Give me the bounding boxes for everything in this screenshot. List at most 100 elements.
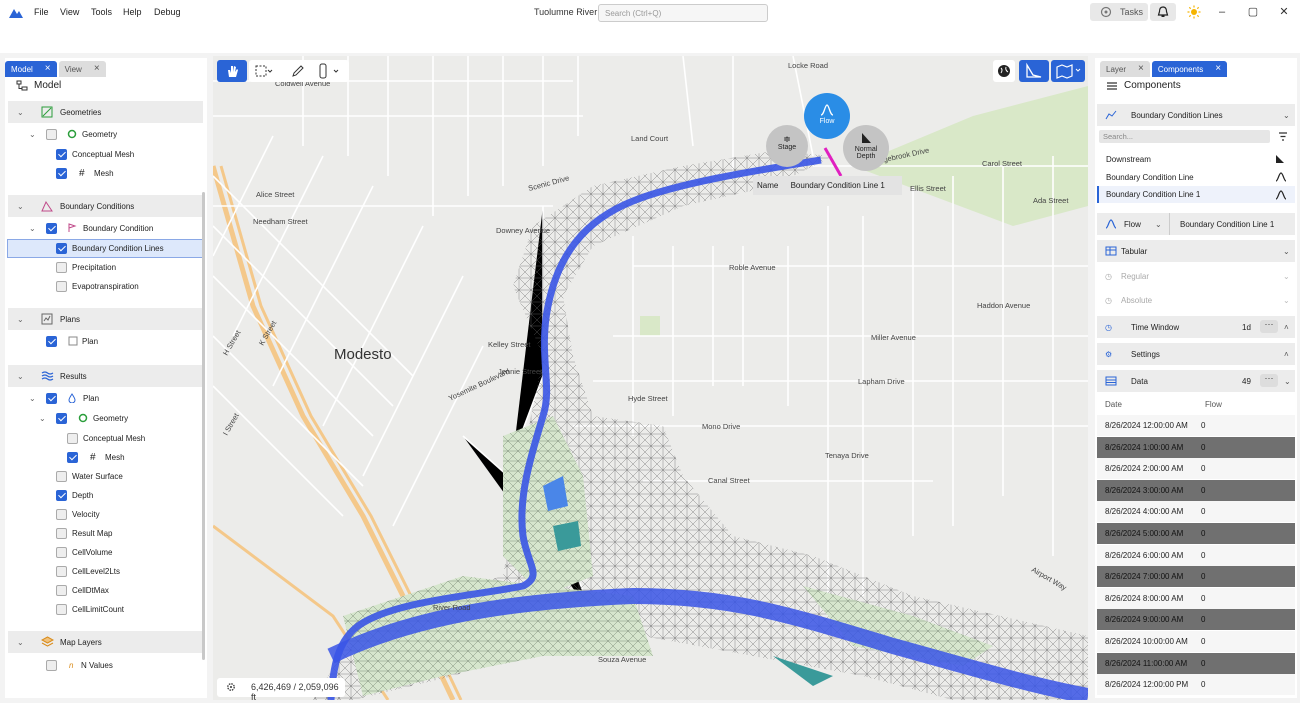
map-view[interactable]: Locke Road Coldwell Avenue Scenic Drive … (213, 56, 1088, 700)
close-icon[interactable]: × (1138, 64, 1144, 74)
tree-cell-limit[interactable]: CellLimitCount (8, 600, 203, 618)
tree-result-plan[interactable]: ⌄ Plan (8, 389, 203, 407)
group-map-layers[interactable]: ⌄ Map Layers (8, 631, 203, 653)
table-row[interactable]: 8/26/2024 8:00:00 AM 0 (1097, 587, 1295, 609)
globe-button[interactable] (993, 60, 1015, 82)
tree-evapotranspiration[interactable]: Evapotranspiration (8, 277, 203, 295)
cell-date[interactable]: 8/26/2024 1:00:00 AM (1105, 443, 1183, 452)
checkbox[interactable] (56, 280, 67, 292)
checkbox[interactable] (67, 451, 78, 463)
cell-flow[interactable]: 0 (1201, 486, 1205, 495)
chevron-down-icon[interactable]: ⌄ (29, 224, 36, 233)
table-row[interactable]: 8/26/2024 3:00:00 AM 0 (1097, 479, 1295, 501)
cell-flow[interactable]: 0 (1201, 594, 1205, 603)
cell-date[interactable]: 8/26/2024 4:00:00 AM (1105, 507, 1183, 516)
list-item-bc-line-1[interactable]: Boundary Condition Line 1 (1097, 186, 1295, 203)
tree-conceptual-mesh[interactable]: Conceptual Mesh (8, 145, 203, 163)
menu-tools[interactable]: Tools (91, 7, 112, 17)
cell-flow[interactable]: 0 (1201, 507, 1205, 516)
checkbox[interactable] (56, 565, 67, 577)
cell-flow[interactable]: 0 (1201, 680, 1205, 689)
flow-type-row[interactable]: Flow ⌄ Boundary Condition Line 1 (1097, 213, 1295, 235)
checkbox[interactable] (56, 243, 67, 254)
chevron-down-icon[interactable]: ⌄ (17, 638, 24, 647)
checkbox[interactable] (67, 432, 78, 444)
minimize-icon[interactable]: – (1215, 5, 1229, 19)
normal-depth-bc-button[interactable]: Normal Depth (843, 125, 889, 171)
pan-tool-button[interactable] (217, 60, 247, 82)
group-plans[interactable]: ⌄ Plans (8, 308, 203, 330)
cell-flow[interactable]: 0 (1201, 572, 1205, 581)
chevron-down-icon[interactable]: ⌄ (17, 108, 24, 117)
tree-boundary-condition[interactable]: ⌄ Boundary Condition (8, 219, 203, 237)
left-scrollbar[interactable] (202, 192, 205, 660)
checkbox[interactable] (46, 659, 57, 671)
tree-cell-dt[interactable]: CellDtMax (8, 581, 203, 599)
time-window-row[interactable]: ◷ Time Window 1d ··· ˄ (1097, 316, 1295, 338)
tabular-row[interactable]: Tabular ⌄ (1097, 240, 1295, 262)
cell-date[interactable]: 8/26/2024 10:00:00 AM (1105, 637, 1188, 646)
close-icon[interactable]: × (94, 64, 100, 74)
table-row[interactable]: 8/26/2024 11:00:00 AM 0 (1097, 652, 1295, 674)
tree-result-geometry[interactable]: ⌄ Geometry (8, 409, 203, 427)
checkbox[interactable] (56, 470, 67, 482)
tree-bc-lines[interactable]: Boundary Condition Lines (7, 239, 203, 258)
map-layers-button[interactable] (1051, 60, 1085, 82)
tab-layer[interactable]: Layer × (1100, 61, 1150, 77)
list-item-bc-line[interactable]: Boundary Condition Line (1097, 169, 1295, 185)
search-input[interactable]: Search (Ctrl+Q) (598, 4, 768, 22)
group-boundary-conditions[interactable]: ⌄ Boundary Conditions (8, 195, 203, 217)
filter-icon[interactable] (1278, 132, 1288, 141)
chevron-up-icon[interactable]: ˄ (1284, 323, 1289, 332)
checkbox[interactable] (56, 261, 67, 273)
tree-plan[interactable]: Plan (8, 332, 203, 350)
table-row[interactable]: 8/26/2024 4:00:00 AM 0 (1097, 501, 1295, 523)
chevron-down-icon[interactable]: ⌄ (17, 315, 24, 324)
gear-icon[interactable] (226, 682, 236, 692)
tree-cell-level[interactable]: CellLevel2Lts (8, 562, 203, 580)
profile-tool-button[interactable] (1019, 60, 1049, 82)
checkbox[interactable] (46, 335, 57, 347)
cell-flow[interactable]: 0 (1201, 464, 1205, 473)
cell-date[interactable]: 8/26/2024 8:00:00 AM (1105, 594, 1183, 603)
table-row[interactable]: 8/26/2024 10:00:00 AM 0 (1097, 631, 1295, 652)
section-bc-lines[interactable]: Boundary Condition Lines ⌄ (1097, 104, 1295, 126)
table-row[interactable]: 8/26/2024 9:00:00 AM 0 (1097, 609, 1295, 631)
tree-n-values[interactable]: n N Values (8, 656, 203, 674)
tab-view[interactable]: View × (58, 61, 106, 77)
select-rect-icon[interactable] (255, 65, 273, 77)
table-row[interactable]: 8/26/2024 2:00:00 AM 0 (1097, 458, 1295, 480)
table-row[interactable]: 8/26/2024 12:00:00 AM 0 (1097, 415, 1295, 436)
checkbox[interactable] (56, 527, 67, 539)
cell-flow[interactable]: 0 (1201, 529, 1205, 538)
chevron-down-icon[interactable]: ⌄ (29, 394, 36, 403)
maximize-icon[interactable]: ▢ (1246, 5, 1260, 19)
flow-type-select[interactable]: Flow (1124, 220, 1141, 229)
sun-icon[interactable] (1187, 5, 1201, 19)
settings-row[interactable]: ⚙ Settings ˄ (1097, 343, 1295, 365)
more-options-button[interactable]: ··· (1260, 374, 1278, 387)
tree-precipitation[interactable]: Precipitation (8, 258, 203, 276)
checkbox[interactable] (56, 508, 67, 520)
cell-date[interactable]: 8/26/2024 9:00:00 AM (1105, 615, 1183, 624)
checkbox[interactable] (56, 148, 67, 160)
chevron-down-icon[interactable]: ⌄ (29, 130, 36, 139)
checkbox[interactable] (56, 603, 67, 615)
more-options-button[interactable]: ··· (1260, 320, 1278, 333)
chevron-down-icon[interactable]: ⌄ (17, 202, 24, 211)
tree-water-surface[interactable]: Water Surface (8, 467, 203, 485)
cell-date[interactable]: 8/26/2024 12:00:00 AM (1105, 421, 1188, 430)
cell-flow[interactable]: 0 (1201, 637, 1205, 646)
table-row[interactable]: 8/26/2024 7:00:00 AM 0 (1097, 566, 1295, 588)
group-geometries[interactable]: ⌄ Geometries (8, 101, 203, 123)
chevron-down-icon[interactable]: ⌄ (17, 372, 24, 381)
cell-flow[interactable]: 0 (1201, 615, 1205, 624)
checkbox[interactable] (56, 412, 67, 424)
chevron-down-icon[interactable]: ⌄ (39, 414, 46, 423)
close-icon[interactable]: × (45, 64, 51, 74)
pen-icon[interactable] (291, 64, 305, 78)
cell-date[interactable]: 8/26/2024 5:00:00 AM (1105, 529, 1183, 538)
tree-velocity[interactable]: Velocity (8, 505, 203, 523)
table-row[interactable]: 8/26/2024 12:00:00 PM 0 (1097, 674, 1295, 696)
stage-bc-button[interactable]: ≑ Stage (766, 125, 808, 167)
